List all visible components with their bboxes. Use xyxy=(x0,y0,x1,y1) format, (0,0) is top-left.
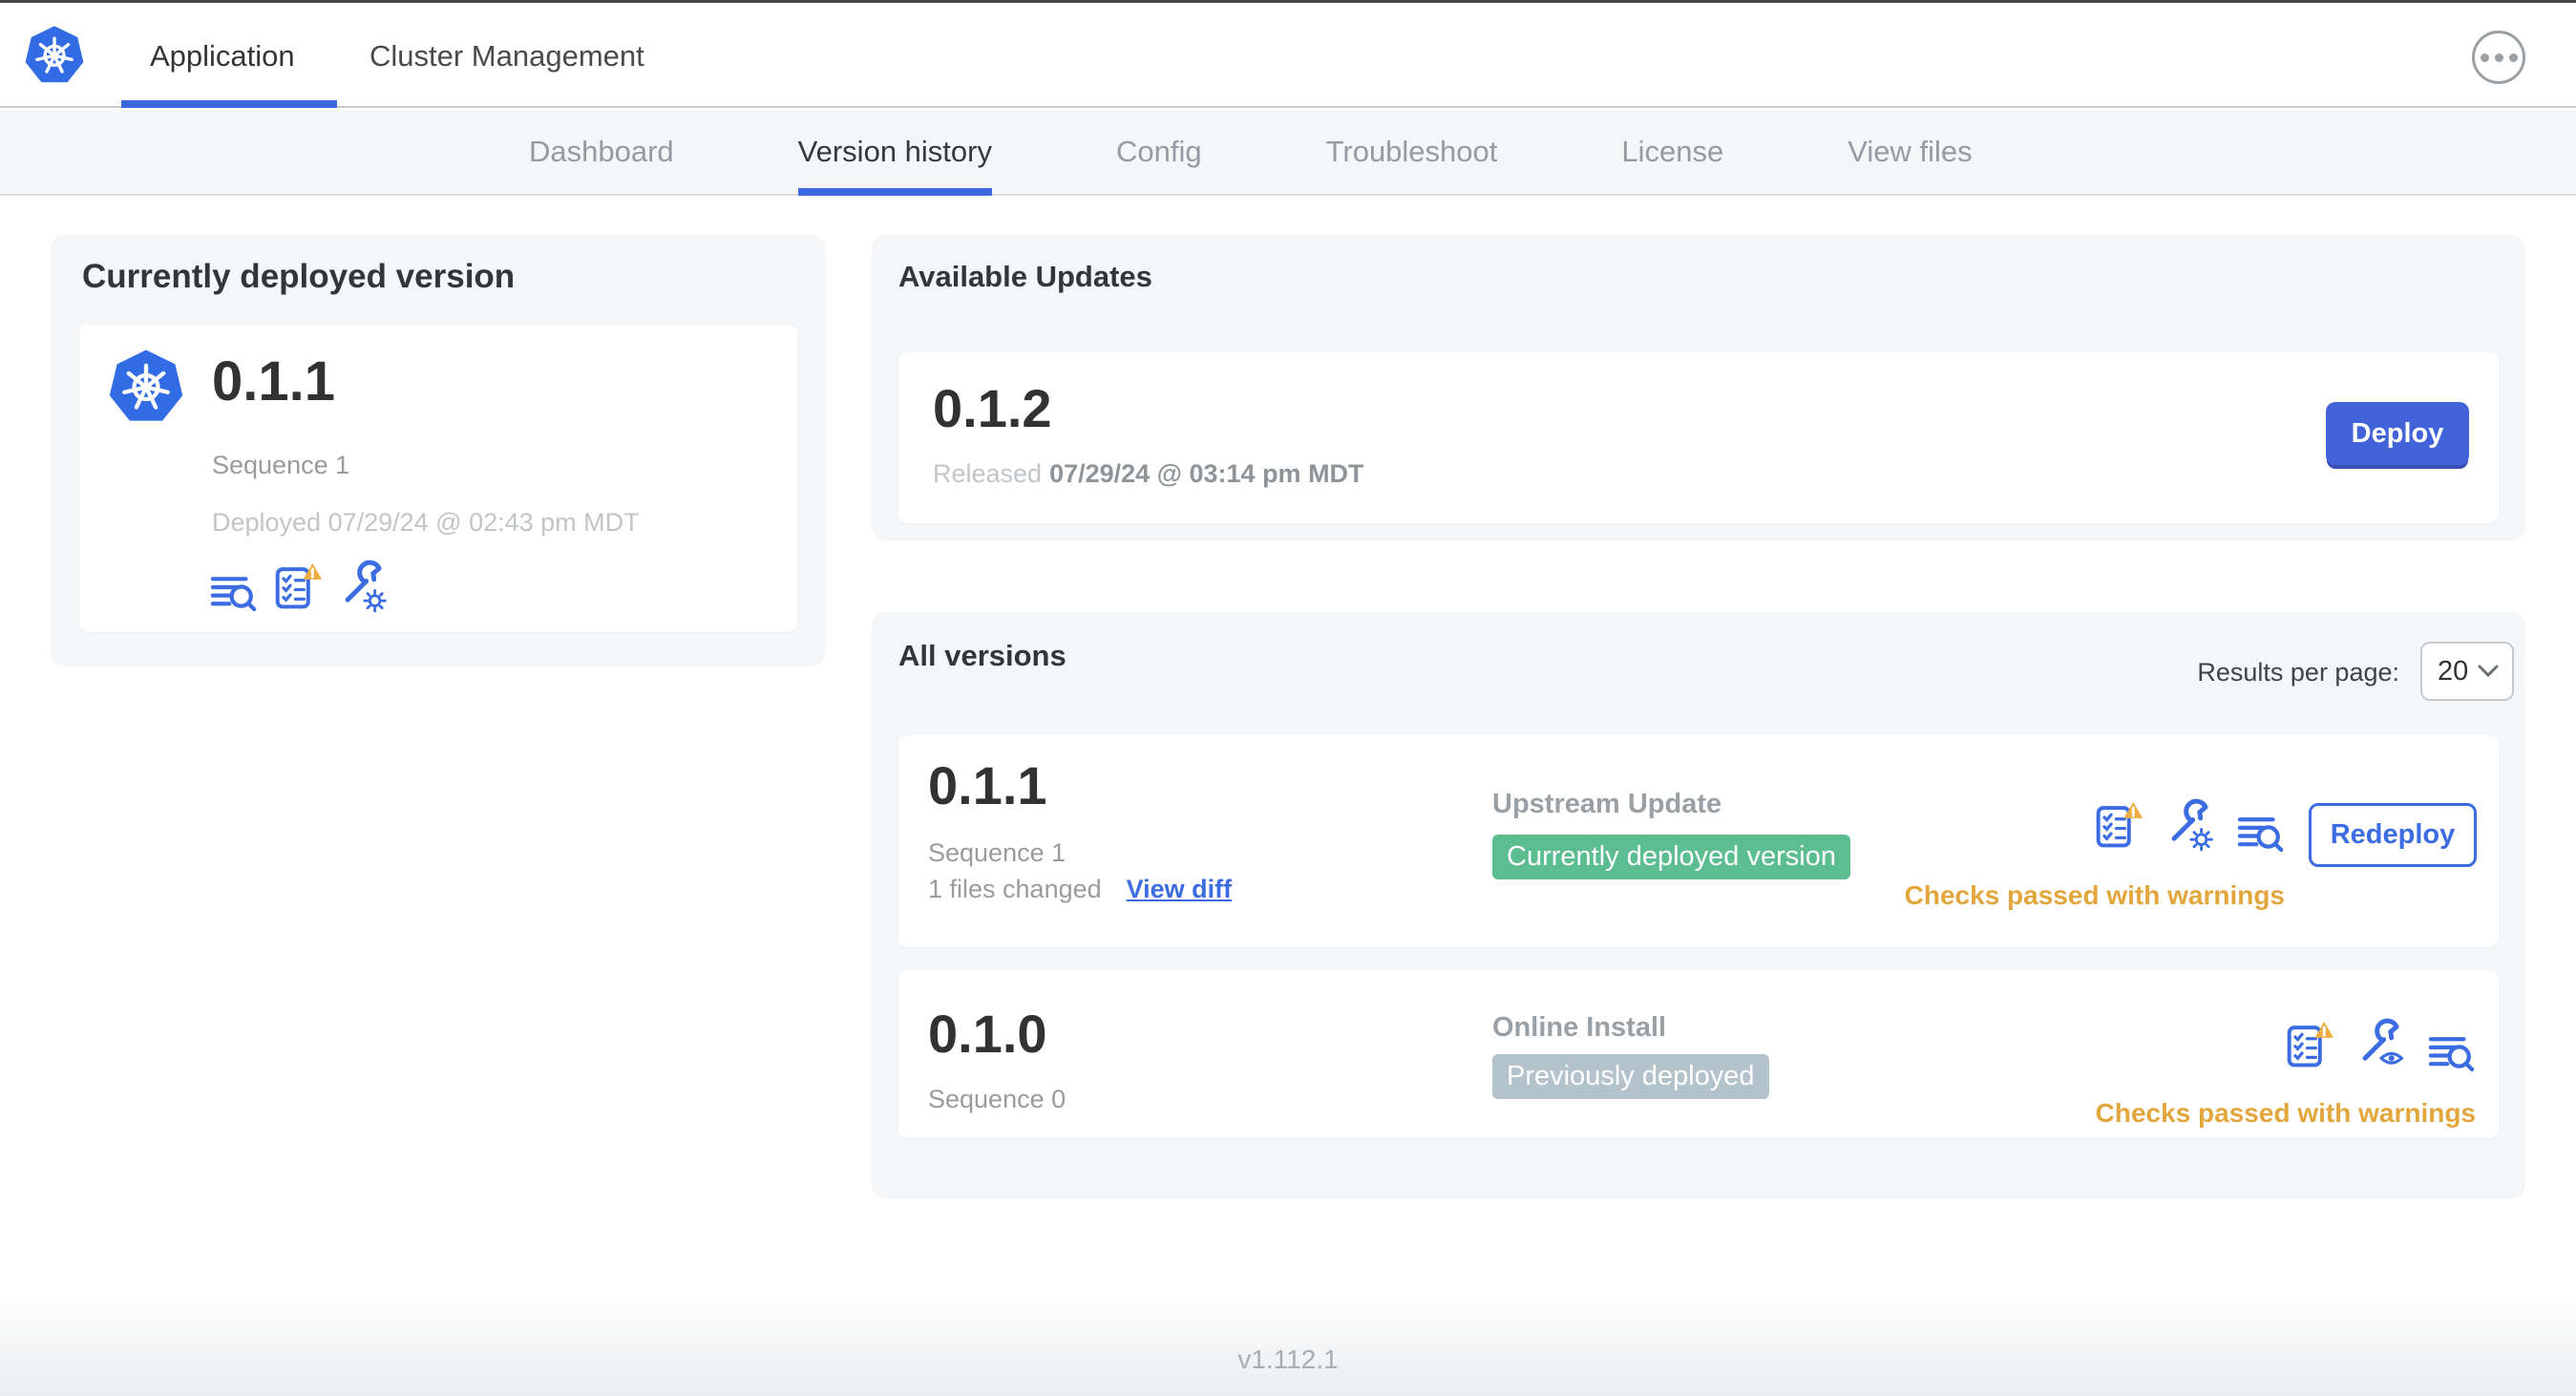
redeploy-button[interactable]: Redeploy xyxy=(2309,803,2477,867)
subnav-config[interactable]: Config xyxy=(1116,110,1202,196)
currently-deployed-title: Currently deployed version xyxy=(82,258,516,295)
deployed-sequence: Sequence 1 xyxy=(212,451,350,479)
files-changed-label: 1 files changed xyxy=(928,875,1102,903)
subnav-troubleshoot[interactable]: Troubleshoot xyxy=(1326,110,1498,196)
subnav-license[interactable]: License xyxy=(1621,110,1723,196)
preflight-status-text: Checks passed with warnings xyxy=(1904,880,2285,910)
subnav-dashboard[interactable]: Dashboard xyxy=(529,110,674,196)
results-per-page-value: 20 xyxy=(2438,655,2469,687)
main-content: Currently deployed version 0.1.1 Sequenc… xyxy=(0,196,2576,1297)
console-version: v1.112.1 xyxy=(1237,1343,1339,1374)
row-source-label: Upstream Update xyxy=(1492,789,1722,819)
row-version-number: 0.1.0 xyxy=(928,1004,1047,1064)
row-sequence: Sequence 1 xyxy=(928,838,1066,867)
available-updates-panel: Available Updates 0.1.2 Released 07/29/24… xyxy=(872,235,2525,540)
header-tab-cluster-management[interactable]: Cluster Management xyxy=(370,6,644,106)
results-per-page-select[interactable]: 20 xyxy=(2420,642,2514,701)
currently-deployed-badge: Currently deployed version xyxy=(1492,835,1850,879)
previously-deployed-badge: Previously deployed xyxy=(1492,1054,1769,1099)
available-update-card: 0.1.2 Released 07/29/24 @ 03:14 pm MDT De… xyxy=(898,352,2499,523)
config-wrench-view-icon[interactable] xyxy=(2357,1018,2405,1071)
available-updates-title: Available Updates xyxy=(898,260,1152,293)
logs-diff-icon[interactable] xyxy=(2237,798,2285,852)
config-wrench-gear-icon[interactable] xyxy=(340,560,388,613)
row-sequence: Sequence 0 xyxy=(928,1085,1066,1113)
config-wrench-gear-icon[interactable] xyxy=(2166,798,2214,852)
currently-deployed-card: 0.1.1 Sequence 1 Deployed 07/29/24 @ 02:… xyxy=(79,325,797,632)
version-row-0-1-1: 0.1.1 Sequence 1 1 files changed View di… xyxy=(898,735,2499,947)
deploy-button[interactable]: Deploy xyxy=(2326,402,2469,465)
kubernetes-app-icon xyxy=(109,348,183,424)
subnav-version-history[interactable]: Version history xyxy=(797,110,992,196)
version-row-0-1-0: 0.1.0 Sequence 0 Online Install Previous… xyxy=(898,970,2499,1138)
page-footer: v1.112.1 xyxy=(0,1294,2576,1396)
app-subnav: Dashboard Version history Config Trouble… xyxy=(0,110,2576,196)
header-tab-application[interactable]: Application xyxy=(150,6,295,106)
released-date: 07/29/24 @ 03:14 pm MDT xyxy=(1049,459,1364,488)
results-per-page-label: Results per page: xyxy=(2197,658,2399,687)
version-history-page: Application Cluster Management Dashboard… xyxy=(0,0,2576,1396)
preflight-checks-warning-icon[interactable] xyxy=(2096,798,2143,852)
update-version-number: 0.1.2 xyxy=(933,378,1052,438)
kubernetes-logo-icon xyxy=(25,24,84,84)
logs-diff-icon[interactable] xyxy=(210,560,258,613)
deployed-timestamp: Deployed 07/29/24 @ 02:43 pm MDT xyxy=(212,508,640,537)
active-tab-underline xyxy=(121,100,337,108)
update-released-timestamp: Released 07/29/24 @ 03:14 pm MDT xyxy=(933,459,1364,489)
row-version-number: 0.1.1 xyxy=(928,755,1047,815)
logs-diff-icon[interactable] xyxy=(2428,1018,2476,1071)
preflight-checks-warning-icon[interactable] xyxy=(2287,1018,2334,1071)
subnav-view-files[interactable]: View files xyxy=(1848,110,1972,196)
all-versions-panel: All versions Results per page: 20 0.1.1 … xyxy=(872,612,2525,1198)
row-source-label: Online Install xyxy=(1492,1012,1667,1043)
ellipsis-menu-icon[interactable] xyxy=(2472,31,2525,84)
preflight-checks-warning-icon[interactable] xyxy=(275,560,323,613)
all-versions-title: All versions xyxy=(898,639,1066,672)
chevron-down-icon xyxy=(2478,665,2499,678)
preflight-status-text: Checks passed with warnings xyxy=(2095,1098,2476,1128)
deployed-version-number: 0.1.1 xyxy=(212,350,335,412)
released-label: Released xyxy=(933,459,1043,488)
app-header: Application Cluster Management xyxy=(0,6,2576,108)
currently-deployed-panel: Currently deployed version 0.1.1 Sequenc… xyxy=(51,235,826,666)
view-diff-link[interactable]: View diff xyxy=(1127,875,1233,904)
